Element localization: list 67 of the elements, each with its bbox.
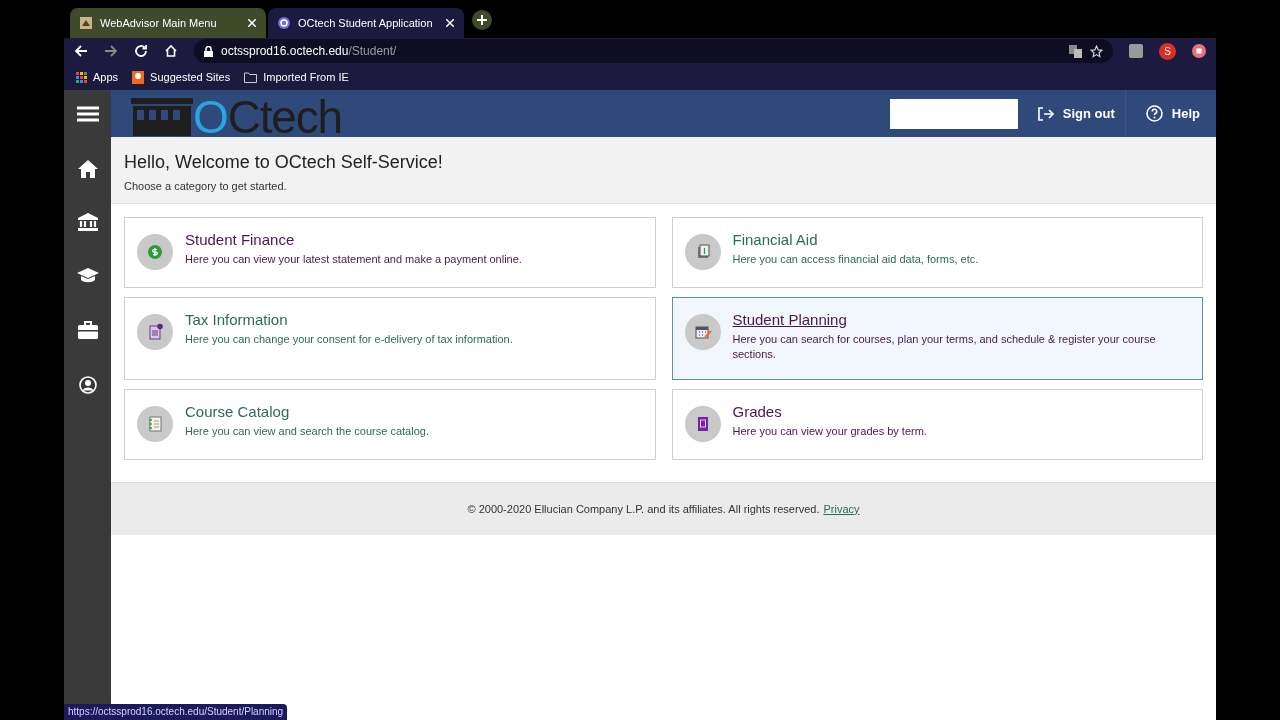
- welcome-title: Hello, Welcome to OCtech Self-Service!: [124, 151, 444, 174]
- privacy-link[interactable]: Privacy: [823, 500, 860, 518]
- browser-tab[interactable]: WebAdvisor Main Menu: [70, 8, 266, 38]
- address-bar[interactable]: octssprod16.octech.edu/Student/: [194, 39, 1113, 63]
- notebook-icon: [137, 406, 173, 442]
- category-description: Here you can change your consent for e-delivery of tax information.: [185, 332, 513, 347]
- menu-icon[interactable]: [76, 106, 99, 122]
- money-stack-icon: [684, 234, 721, 270]
- sign-out-icon: [1037, 106, 1054, 121]
- help-icon: [1145, 105, 1163, 122]
- url-text: octssprod16.octech.edu/Student/: [221, 43, 397, 60]
- category-title: Tax Information: [185, 311, 289, 329]
- bookmark-link[interactable]: Suggested Sites: [150, 68, 231, 86]
- category-title: Financial Aid: [732, 231, 819, 249]
- close-icon[interactable]: [248, 19, 256, 27]
- home-icon[interactable]: [164, 44, 178, 58]
- search-field[interactable]: [889, 98, 1018, 129]
- tab-title: OCtech Student Application: [298, 15, 434, 31]
- category-description: Here you can access financial aid data, forms, etc.: [732, 252, 979, 267]
- briefcase-icon[interactable]: [77, 321, 98, 339]
- category-title: Student Finance: [185, 231, 296, 249]
- grade-card-icon: [684, 406, 721, 442]
- apps-grid-icon: [76, 71, 87, 83]
- extension-icon[interactable]: [1192, 44, 1206, 58]
- forward-icon[interactable]: [104, 44, 118, 58]
- reload-icon[interactable]: [134, 44, 148, 58]
- new-tab-icon[interactable]: [472, 10, 492, 30]
- calendar-icon: [684, 314, 721, 350]
- category-card[interactable]: Grades Here you can view your grades by term.: [671, 389, 1203, 460]
- profile-avatar[interactable]: S: [1159, 42, 1176, 60]
- category-title: Student Planning: [732, 311, 848, 329]
- document-icon: [137, 314, 173, 350]
- category-title: Grades: [732, 403, 783, 421]
- status-url: https://octssprod16.octech.edu/Student/Planning: [64, 704, 288, 720]
- bookmark-link[interactable]: Imported From IE: [263, 68, 349, 86]
- bank-icon[interactable]: [77, 213, 98, 231]
- site-favicon: [278, 17, 290, 29]
- user-circle-icon[interactable]: [78, 376, 97, 394]
- site-favicon: [80, 17, 92, 29]
- back-icon[interactable]: [74, 44, 88, 58]
- category-card[interactable]: Student Finance Here you can view your latest statement and make a payment online.: [124, 217, 656, 288]
- category-card[interactable]: Course Catalog Here you can view and search the course catalog.: [124, 389, 656, 460]
- dollar-coin-icon: [137, 234, 173, 270]
- category-card[interactable]: Tax Information Here you can change your consent for e-delivery of tax information.: [124, 297, 656, 380]
- category-description: Here you can search for courses, plan your terms, and schedule & register your course sections.: [732, 332, 1157, 362]
- bookmark-link[interactable]: Apps: [93, 68, 119, 86]
- category-description: Here you can view your grades by term.: [732, 424, 927, 439]
- translate-icon[interactable]: [1069, 44, 1082, 58]
- lock-icon: [204, 45, 213, 57]
- welcome-subtitle: Choose a category to get started.: [124, 179, 288, 194]
- home-icon[interactable]: [77, 160, 98, 178]
- category-card[interactable]: Financial Aid Here you can access financial aid data, forms, etc.: [671, 217, 1203, 288]
- star-icon[interactable]: [1090, 44, 1103, 58]
- category-description: Here you can view your latest statement and make a payment online.: [185, 252, 522, 267]
- copyright-text: © 2000-2020 Ellucian Company L.P. and its affiliates. All rights reserved.: [467, 501, 820, 517]
- category-description: Here you can view and search the course catalog.: [185, 424, 429, 439]
- category-card[interactable]: Student Planning Here you can search for courses, plan your terms, and schedule & register your course sections.: [671, 297, 1203, 380]
- bookmark-favicon: [132, 70, 145, 84]
- browser-tab[interactable]: OCtech Student Application: [268, 8, 464, 38]
- folder-icon: [244, 71, 258, 83]
- logo-text: OCtech: [193, 93, 343, 140]
- close-icon[interactable]: [446, 19, 454, 27]
- tab-title: WebAdvisor Main Menu: [100, 15, 218, 31]
- sign-out-button[interactable]: Sign out: [1027, 90, 1125, 137]
- graduation-cap-icon[interactable]: [76, 268, 99, 284]
- help-button[interactable]: Help: [1125, 90, 1216, 137]
- category-title: Course Catalog: [185, 403, 291, 421]
